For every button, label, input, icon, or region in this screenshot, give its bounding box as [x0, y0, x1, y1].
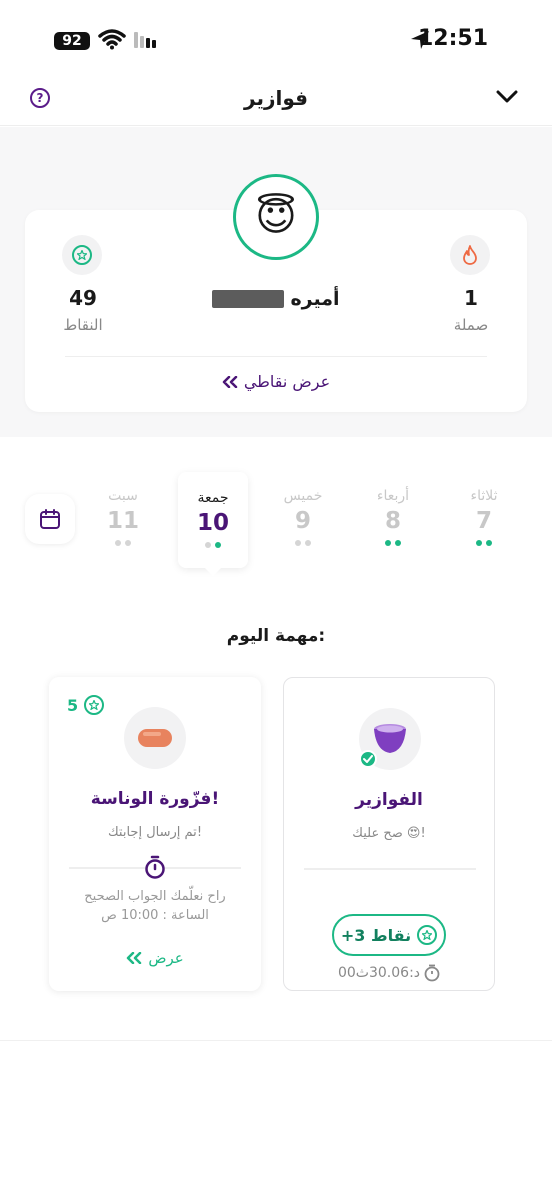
- day-thursday[interactable]: خميس 9: [268, 488, 338, 546]
- day-status-dots: [88, 540, 158, 546]
- view-points-link[interactable]: عرض نقاطي: [176, 372, 376, 391]
- calendar-button[interactable]: [25, 494, 75, 544]
- battery-indicator: 92: [54, 32, 90, 50]
- status-bar: 92 12:51: [0, 0, 552, 80]
- signal-icon: [134, 32, 156, 48]
- double-chevron-left-icon: [222, 375, 238, 388]
- day-friday-active[interactable]: جمعة 10: [178, 472, 248, 576]
- day-name: جمعة: [197, 490, 229, 506]
- fire-icon: [450, 235, 490, 275]
- answer-reveal-note: راح نعلّمك الجواب الصحيح الساعة : 10:00 …: [49, 887, 261, 925]
- redacted-name: [212, 290, 285, 308]
- day-name: أربعاء: [376, 488, 410, 504]
- day-number: 7: [475, 508, 492, 534]
- tasks-title: مهمة اليوم:: [226, 626, 326, 646]
- star-badge-icon: [62, 235, 102, 275]
- bottom-area: [0, 1040, 552, 1200]
- user-name-text: أميره: [290, 288, 340, 310]
- divider: [65, 356, 487, 357]
- avatar: 😇: [233, 174, 319, 260]
- day-number: 8: [384, 508, 401, 534]
- task-status: صح عليك 😍!: [352, 826, 426, 841]
- day-status-dots: [358, 540, 428, 546]
- day-tuesday[interactable]: ثلاثاء 7: [449, 488, 519, 546]
- points-earned-badge: +3 نقاط: [332, 914, 446, 956]
- stopwatch-icon: [145, 855, 165, 879]
- points-label: النقاط: [63, 316, 103, 334]
- riddle-task-card[interactable]: 5 فزّورة الوناسة! تم إرسال إجابتك! راح ن…: [49, 677, 261, 991]
- double-chevron-left-icon: [127, 952, 142, 964]
- page-title: فوازير: [244, 86, 308, 110]
- task-points: 5: [67, 695, 105, 715]
- lantern-cup-icon: [359, 708, 421, 770]
- day-status-dots: [449, 540, 519, 546]
- chevron-down-icon[interactable]: [496, 90, 518, 104]
- streak-label: صملة: [453, 316, 489, 334]
- day-name: خميس: [283, 488, 323, 504]
- task-name: الفوازير: [355, 790, 423, 810]
- star-icon: [84, 695, 105, 715]
- points-value: 49: [69, 286, 97, 310]
- progress-line: [304, 868, 476, 870]
- day-status-dots: [268, 540, 338, 546]
- completion-timer: 00د:30.06ث: [284, 964, 494, 982]
- day-number: 10: [196, 510, 229, 536]
- stopwatch-icon: [424, 964, 440, 982]
- check-badge-icon: [359, 750, 377, 768]
- day-number: 9: [294, 508, 311, 534]
- header: ? فوازير: [0, 80, 552, 126]
- clock: 12:51: [417, 26, 488, 51]
- day-number: 11: [106, 508, 139, 534]
- date-fruit-icon: [124, 707, 186, 769]
- view-riddle-link[interactable]: عرض: [49, 949, 261, 967]
- task-name: فزّورة الوناسة!: [90, 789, 220, 809]
- user-name: أميره: [190, 288, 362, 310]
- task-status: تم إرسال إجابتك!: [107, 825, 203, 840]
- day-status-dots: [178, 542, 248, 548]
- view-label: عرض: [148, 949, 184, 967]
- points-earned-label: +3 نقاط: [340, 925, 412, 945]
- calendar-icon: [40, 509, 60, 529]
- fawazir-task-card[interactable]: الفوازير صح عليك 😍! +3 نقاط 00د:30.06ث: [283, 677, 495, 991]
- task-points-value: 5: [67, 695, 79, 715]
- view-points-label: عرض نقاطي: [243, 372, 331, 391]
- day-name: سبت: [108, 488, 138, 504]
- reveal-line-2: الساعة : 10:00 ص: [101, 908, 209, 923]
- day-saturday[interactable]: سبت 11: [88, 488, 158, 546]
- wifi-icon: [98, 29, 126, 50]
- day-wednesday[interactable]: أربعاء 8: [358, 488, 428, 546]
- star-icon: [417, 925, 438, 945]
- reveal-line-1: راح نعلّمك الجواب الصحيح: [84, 889, 226, 904]
- day-name: ثلاثاء: [470, 488, 498, 504]
- timer-value: 00د:30.06ث: [337, 965, 421, 981]
- streak-value: 1: [464, 286, 478, 310]
